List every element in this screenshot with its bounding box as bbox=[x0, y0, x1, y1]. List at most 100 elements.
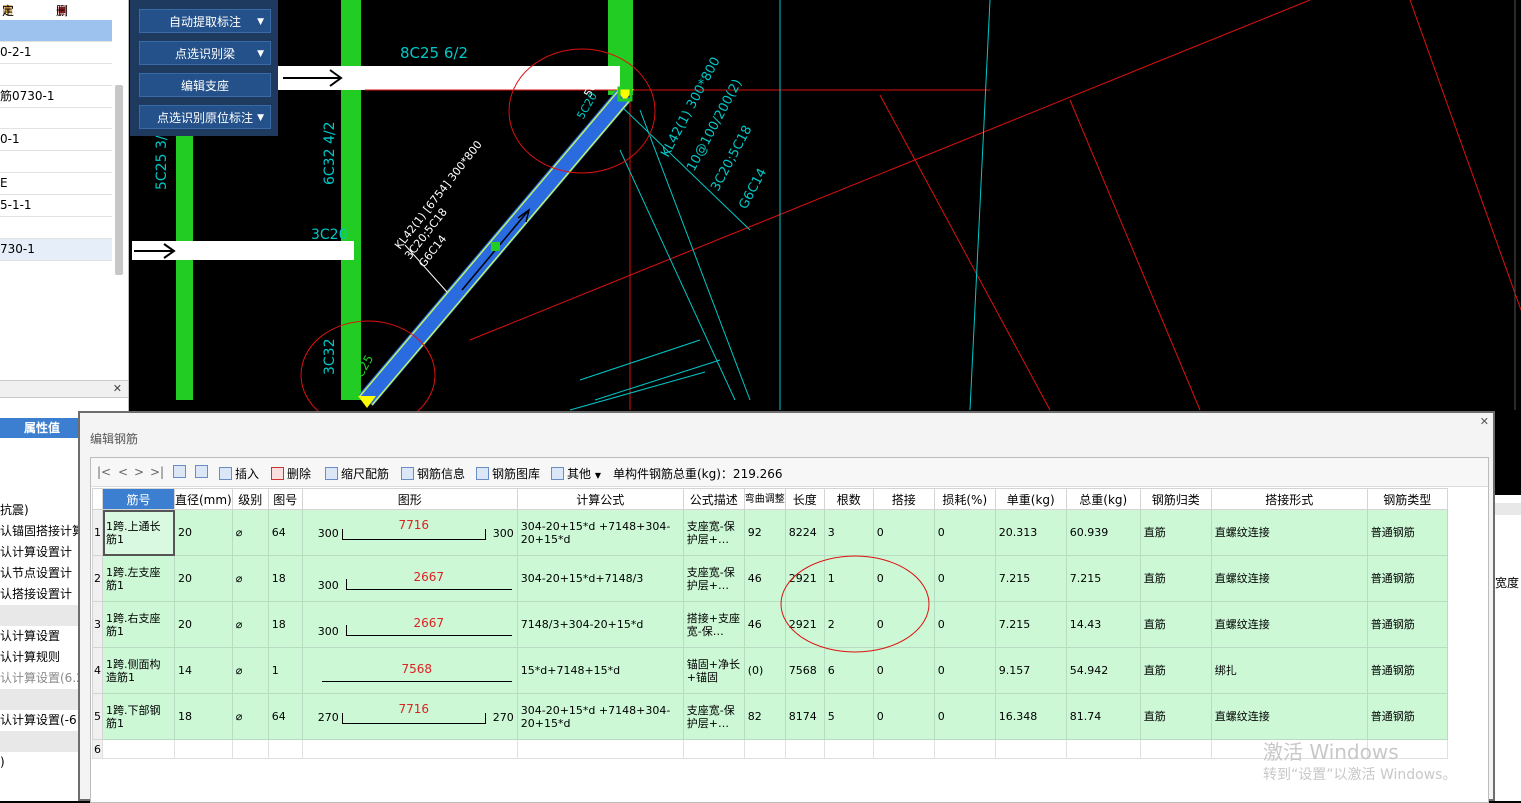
empty-cell[interactable] bbox=[1139, 739, 1212, 759]
bar-no-cell[interactable]: 1跨.右支座筋1 bbox=[102, 601, 175, 648]
formula-cell[interactable]: 304-20+15*d +7148+304-20+15*d bbox=[516, 509, 684, 556]
bend-adjust-cell[interactable]: 82 bbox=[743, 693, 786, 740]
total-weight-cell[interactable]: 14.43 bbox=[1065, 601, 1141, 648]
lap-cell[interactable]: 0 bbox=[872, 647, 935, 694]
formula-desc-cell[interactable]: 搭接+支座宽-保… bbox=[682, 601, 745, 648]
empty-cell[interactable] bbox=[231, 739, 269, 759]
shape-cell[interactable]: 300 2667 bbox=[301, 601, 518, 648]
col-figure-no[interactable]: 图号 bbox=[267, 488, 303, 510]
pick-beam-button[interactable]: 点选识别梁 ▼ bbox=[139, 41, 271, 65]
grade-cell[interactable]: ⌀ bbox=[231, 601, 269, 648]
dropdown-icon[interactable]: ▼ bbox=[257, 42, 264, 66]
row-index[interactable]: 1 bbox=[92, 509, 103, 556]
list-item[interactable]: 5-1-1 bbox=[0, 195, 112, 218]
lap-type-cell[interactable]: 绑扎 bbox=[1210, 647, 1368, 694]
list-scrollbar[interactable] bbox=[115, 85, 123, 275]
bar-no-cell[interactable]: 1跨.上通长筋1 bbox=[102, 509, 175, 556]
row-index[interactable]: 4 bbox=[92, 647, 103, 694]
loss-cell[interactable]: 0 bbox=[933, 601, 996, 648]
prev-record-button[interactable]: < bbox=[118, 465, 128, 479]
unit-weight-cell[interactable]: 7.215 bbox=[994, 601, 1067, 648]
empty-cell[interactable] bbox=[994, 739, 1067, 759]
figure-no-cell[interactable]: 1 bbox=[267, 647, 303, 694]
empty-cell[interactable] bbox=[872, 739, 935, 759]
rebar-type-cell[interactable]: 普通钢筋 bbox=[1366, 601, 1448, 648]
count-cell[interactable]: 6 bbox=[823, 647, 874, 694]
category-cell[interactable]: 直筋 bbox=[1139, 693, 1212, 740]
col-lap[interactable]: 搭接 bbox=[872, 488, 935, 510]
figure-no-cell[interactable]: 64 bbox=[267, 509, 303, 556]
delete-row-button[interactable]: 删除 bbox=[271, 465, 311, 482]
next-record-button[interactable]: > bbox=[134, 465, 144, 479]
move-up-button[interactable] bbox=[173, 465, 189, 479]
list-item[interactable] bbox=[0, 217, 112, 239]
lap-type-cell[interactable]: 直螺纹连接 bbox=[1210, 693, 1368, 740]
row-index[interactable]: 6 bbox=[92, 739, 103, 759]
empty-cell[interactable] bbox=[174, 739, 233, 759]
rebar-library-button[interactable]: 钢筋图库 bbox=[476, 465, 540, 482]
close-icon[interactable]: ✕ bbox=[1480, 415, 1489, 428]
scale-rebar-button[interactable]: 缩尺配筋 bbox=[325, 465, 389, 482]
rebar-type-cell[interactable]: 普通钢筋 bbox=[1366, 647, 1448, 694]
property-row[interactable]: 认计算设置(-6 bbox=[0, 710, 78, 731]
empty-cell[interactable] bbox=[784, 739, 825, 759]
formula-desc-cell[interactable]: 支座宽-保护层+… bbox=[682, 509, 745, 556]
loss-cell[interactable]: 0 bbox=[933, 693, 996, 740]
length-cell[interactable]: 7568 bbox=[784, 647, 825, 694]
property-row[interactable]: 认锚固搭接计算 bbox=[0, 521, 78, 542]
table-row-empty[interactable]: 6 bbox=[92, 739, 1448, 759]
category-cell[interactable]: 直筋 bbox=[1139, 601, 1212, 648]
property-row[interactable]: 抗震) bbox=[0, 500, 78, 521]
figure-no-cell[interactable]: 18 bbox=[267, 555, 303, 602]
col-formula[interactable]: 计算公式 bbox=[516, 488, 684, 510]
length-cell[interactable]: 8174 bbox=[784, 693, 825, 740]
table-row[interactable]: 1 1跨.上通长筋1 20 ⌀ 64 300 7716 300 304-20+1… bbox=[92, 509, 1448, 556]
col-formula-desc[interactable]: 公式描述 bbox=[682, 488, 745, 510]
table-row[interactable]: 5 1跨.下部钢筋1 18 ⌀ 64 270 7716 270 304-20+1… bbox=[92, 693, 1448, 740]
bar-no-cell[interactable]: 1跨.侧面构造筋1 bbox=[102, 647, 175, 694]
empty-cell[interactable] bbox=[516, 739, 684, 759]
property-row[interactable]: 认计算规则 bbox=[0, 647, 78, 668]
empty-cell[interactable] bbox=[267, 739, 303, 759]
formula-desc-cell[interactable]: 锚固+净长+锚固 bbox=[682, 647, 745, 694]
category-cell[interactable]: 直筋 bbox=[1139, 555, 1212, 602]
formula-cell[interactable]: 15*d+7148+15*d bbox=[516, 647, 684, 694]
grade-cell[interactable]: ⌀ bbox=[231, 509, 269, 556]
col-length[interactable]: 长度 bbox=[784, 488, 825, 510]
length-cell[interactable]: 8224 bbox=[784, 509, 825, 556]
diameter-cell[interactable]: 20 bbox=[174, 509, 233, 556]
category-cell[interactable]: 直筋 bbox=[1139, 647, 1212, 694]
bend-adjust-cell[interactable]: 92 bbox=[743, 509, 786, 556]
formula-cell[interactable]: 7148/3+304-20+15*d bbox=[516, 601, 684, 648]
property-row[interactable]: 认计算设置(6.2 bbox=[0, 668, 78, 689]
col-category[interactable]: 钢筋归类 bbox=[1139, 488, 1212, 510]
figure-no-cell[interactable]: 18 bbox=[267, 601, 303, 648]
edit-support-button[interactable]: 编辑支座 bbox=[139, 73, 271, 97]
grade-cell[interactable]: ⌀ bbox=[231, 647, 269, 694]
property-row[interactable]: 认节点设置计 bbox=[0, 563, 78, 584]
col-diameter[interactable]: 直径(mm) bbox=[174, 488, 233, 510]
unit-weight-cell[interactable]: 20.313 bbox=[994, 509, 1067, 556]
lap-type-cell[interactable]: 直螺纹连接 bbox=[1210, 509, 1368, 556]
col-unit-weight[interactable]: 单重(kg) bbox=[994, 488, 1067, 510]
total-weight-cell[interactable]: 60.939 bbox=[1065, 509, 1141, 556]
first-record-button[interactable]: |< bbox=[97, 465, 111, 479]
loss-cell[interactable]: 0 bbox=[933, 647, 996, 694]
table-row[interactable]: 2 1跨.左支座筋1 20 ⌀ 18 300 2667 304-20+15*d+… bbox=[92, 555, 1448, 602]
list-item[interactable]: E bbox=[0, 173, 112, 196]
empty-cell[interactable] bbox=[301, 739, 518, 759]
list-item[interactable] bbox=[0, 151, 112, 174]
table-row[interactable]: 4 1跨.侧面构造筋1 14 ⌀ 1 7568 15*d+7148+15*d 锚… bbox=[92, 647, 1448, 694]
shape-cell[interactable]: 300 7716 300 bbox=[301, 509, 518, 556]
col-bar-no[interactable]: 筋号 bbox=[102, 488, 175, 510]
list-item[interactable] bbox=[0, 108, 112, 130]
rebar-type-cell[interactable]: 普通钢筋 bbox=[1366, 509, 1448, 556]
loss-cell[interactable]: 0 bbox=[933, 555, 996, 602]
diameter-cell[interactable]: 18 bbox=[174, 693, 233, 740]
row-index[interactable]: 5 bbox=[92, 693, 103, 740]
property-row[interactable]: 认计算设置计 bbox=[0, 542, 78, 563]
formula-cell[interactable]: 304-20+15*d +7148+304-20+15*d bbox=[516, 693, 684, 740]
property-row[interactable]: ) bbox=[0, 752, 78, 773]
empty-cell[interactable] bbox=[682, 739, 745, 759]
rebar-type-cell[interactable]: 普通钢筋 bbox=[1366, 555, 1448, 602]
